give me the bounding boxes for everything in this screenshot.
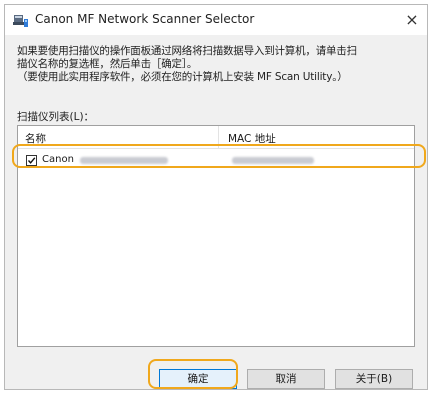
instructions-line-1: 如果要使用扫描仪的操作面板通过网络将扫描数据导入到计算机，请单击扫 <box>17 45 357 57</box>
instructions-line-3: （要使用此实用程序软件，必须在您的计算机上安装 MF Scan Utility。… <box>17 71 348 83</box>
instructions-text: 如果要使用扫描仪的操作面板通过网络将扫描数据导入到计算机，请单击扫 描仪名称的复… <box>17 45 417 84</box>
scanner-selector-dialog: Canon MF Network Scanner Selector × 如果要使… <box>4 4 428 390</box>
window-title: Canon MF Network Scanner Selector <box>35 12 255 26</box>
instructions-line-2: 描仪名称的复选框，然后单击［确定］。 <box>17 58 198 70</box>
close-icon[interactable]: × <box>401 9 423 31</box>
scanner-list-label: 扫描仪列表(L)： <box>17 111 95 123</box>
ok-button-highlight <box>148 359 238 389</box>
scanner-row-highlight <box>12 144 426 168</box>
scanner-network-icon <box>13 13 29 27</box>
about-button[interactable]: 关于(B) <box>335 369 413 389</box>
cancel-button[interactable]: 取消 <box>247 369 325 389</box>
title-bar[interactable]: Canon MF Network Scanner Selector × <box>5 5 427 35</box>
